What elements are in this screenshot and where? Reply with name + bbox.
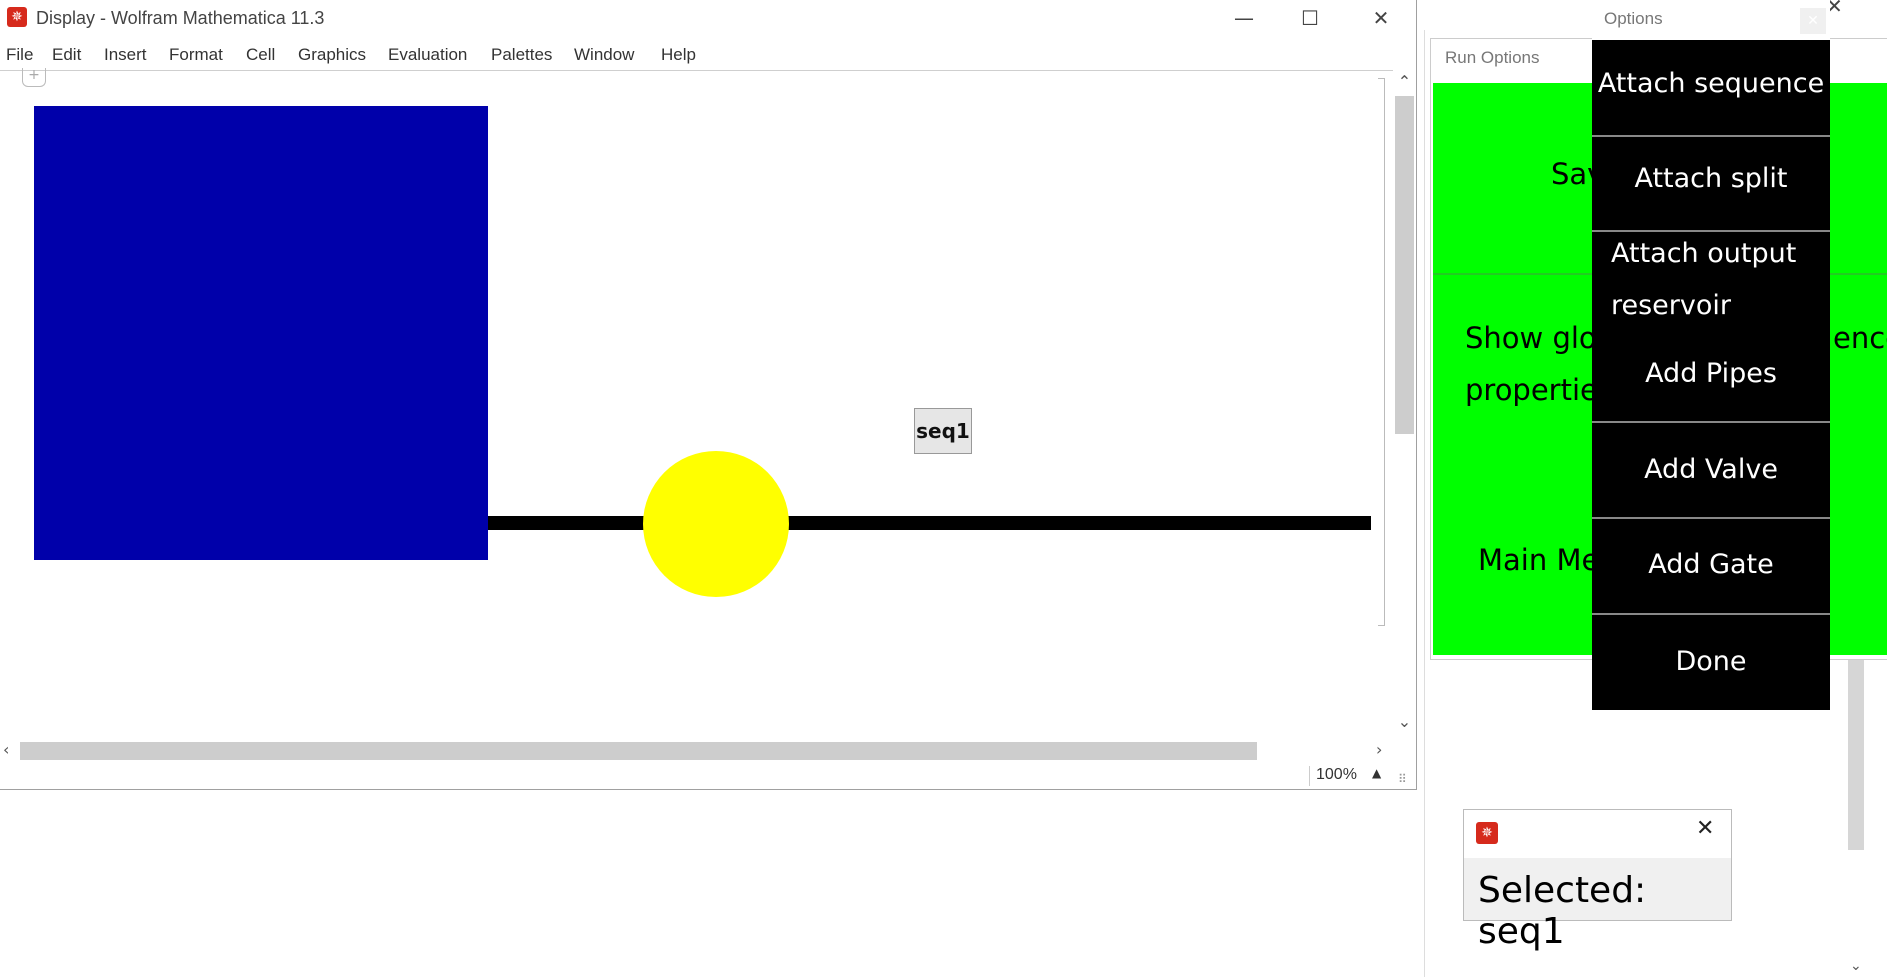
- reservoir-square[interactable]: [34, 106, 488, 560]
- attach-output-reservoir-button[interactable]: Attach output: [1611, 238, 1849, 269]
- chevron-up-icon[interactable]: ⌃: [1393, 72, 1416, 91]
- run-options-title: Run Options: [1445, 48, 1540, 67]
- background-scrollbar[interactable]: [1848, 660, 1864, 850]
- selection-body: Selected: seq1: [1464, 858, 1731, 952]
- title-bar[interactable]: ✵ Display - Wolfram Mathematica 11.3 — ☐…: [0, 0, 1416, 36]
- chevron-right-icon[interactable]: ›: [1376, 740, 1382, 759]
- sequence-button-fragment[interactable]: ence: [1833, 321, 1887, 355]
- chevron-down-icon[interactable]: ⌄: [1393, 712, 1416, 731]
- horizontal-scroll-thumb[interactable]: [20, 742, 1257, 760]
- add-gate-button[interactable]: Add Gate: [1592, 549, 1830, 580]
- minimize-icon[interactable]: —: [1221, 2, 1267, 34]
- horizontal-scrollbar[interactable]: ‹ ›: [0, 738, 1393, 762]
- options-divider: [1592, 613, 1830, 615]
- vertical-scrollbar[interactable]: ⌃ ⌄: [1393, 70, 1416, 738]
- show-global-button-line2[interactable]: properties: [1465, 373, 1613, 407]
- attach-sequence-button[interactable]: Attach sequence: [1592, 68, 1830, 99]
- close-icon[interactable]: ✕: [1696, 816, 1714, 841]
- menu-window[interactable]: Window: [574, 45, 634, 65]
- mathematica-icon: ✵: [1476, 822, 1498, 844]
- maximize-icon[interactable]: ☐: [1287, 2, 1333, 34]
- menu-insert[interactable]: Insert: [104, 45, 147, 65]
- menu-help[interactable]: Help: [661, 45, 696, 65]
- cell-bracket[interactable]: [1378, 78, 1385, 626]
- menu-graphics[interactable]: Graphics: [298, 45, 366, 65]
- zoom-level[interactable]: 100%: [1309, 766, 1376, 786]
- options-title-bar[interactable]: Options ✕: [1592, 0, 1830, 40]
- vertical-scroll-thumb[interactable]: [1395, 96, 1414, 434]
- sequence-label[interactable]: seq1: [914, 408, 972, 454]
- chevron-left-icon[interactable]: ‹: [3, 740, 9, 759]
- pipe-line[interactable]: [488, 516, 1371, 530]
- options-divider: [1592, 421, 1830, 423]
- options-window: Options ✕ Attach sequence Attach split A…: [1592, 0, 1830, 710]
- valve-circle[interactable]: [643, 451, 789, 597]
- menu-palettes[interactable]: Palettes: [491, 45, 552, 65]
- cell-insertion-plus-icon[interactable]: +: [22, 68, 46, 87]
- chevron-down-icon[interactable]: ⌄: [1850, 958, 1862, 974]
- status-bar: 100% ▲ ⠿: [0, 762, 1416, 789]
- resize-grip-icon[interactable]: ⠿: [1398, 772, 1407, 786]
- add-pipes-button[interactable]: Add Pipes: [1592, 358, 1830, 389]
- menu-cell[interactable]: Cell: [246, 45, 275, 65]
- mathematica-window: ✵ Display - Wolfram Mathematica 11.3 — ☐…: [0, 0, 1417, 790]
- mathematica-icon: ✵: [7, 7, 27, 27]
- done-button[interactable]: Done: [1592, 646, 1830, 677]
- selected-text: Selected: seq1: [1478, 870, 1647, 952]
- attach-split-button[interactable]: Attach split: [1592, 163, 1830, 194]
- options-title: Options: [1604, 9, 1663, 28]
- zoom-menu-arrow-icon[interactable]: ▲: [1372, 766, 1381, 780]
- menu-format[interactable]: Format: [169, 45, 223, 65]
- window-title: Display - Wolfram Mathematica 11.3: [36, 8, 325, 28]
- attach-output-reservoir-button-line2[interactable]: reservoir: [1611, 290, 1849, 321]
- main-menu-button[interactable]: Main Me: [1478, 543, 1599, 577]
- options-divider: [1592, 517, 1830, 519]
- menu-bar: File Edit Insert Format Cell Graphics Ev…: [0, 42, 1416, 70]
- menu-edit[interactable]: Edit: [52, 45, 81, 65]
- menu-file[interactable]: File: [6, 45, 33, 65]
- options-panel: Attach sequence Attach split Attach outp…: [1592, 40, 1830, 710]
- close-icon[interactable]: ✕: [1358, 2, 1404, 34]
- menu-evaluation[interactable]: Evaluation: [388, 45, 467, 65]
- options-divider: [1592, 135, 1830, 137]
- options-divider: [1592, 230, 1830, 232]
- add-valve-button[interactable]: Add Valve: [1592, 454, 1830, 485]
- selection-popup: ✵ ✕ Selected: seq1: [1463, 809, 1732, 952]
- options-close-icon[interactable]: ✕: [1800, 8, 1826, 34]
